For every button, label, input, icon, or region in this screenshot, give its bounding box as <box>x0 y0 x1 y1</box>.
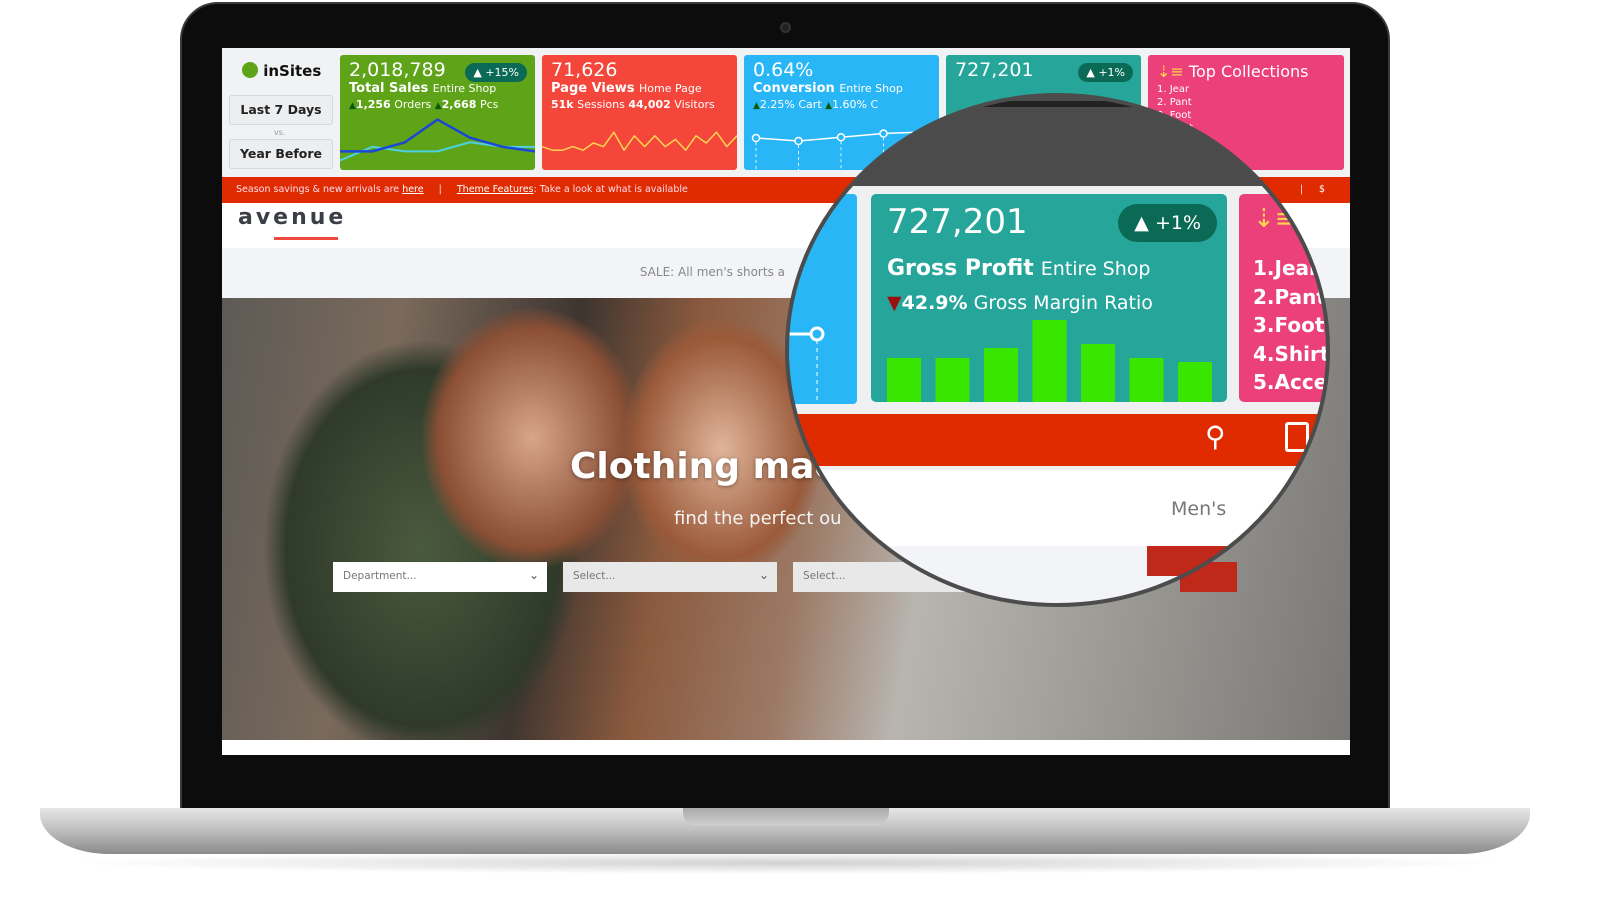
insites-logo: inSites <box>242 62 321 80</box>
up-arrow-icon: ▲ <box>434 101 442 111</box>
hero-title: Clothing mac <box>570 446 836 487</box>
theme-features-link[interactable]: Theme Features <box>457 184 534 195</box>
up-arrow-icon: ▲ <box>753 101 760 111</box>
down-arrow-icon: ▼ <box>887 292 902 314</box>
conversion-title: Conversion Entire Shop <box>753 81 903 96</box>
data-point <box>879 129 888 138</box>
store-logo[interactable]: avenue <box>238 205 346 230</box>
laptop-shadow <box>60 852 1510 874</box>
profit-bar <box>935 358 970 402</box>
here-link[interactable]: here <box>402 184 423 195</box>
hero-subtitle: find the perfect ou <box>674 508 842 529</box>
period-button[interactable]: Last 7 Days <box>229 95 333 125</box>
compare-button[interactable]: Year Before <box>229 139 333 169</box>
up-arrow-icon: ▲ <box>349 101 356 111</box>
collection-item[interactable]: 5.Accessories <box>1253 368 1328 397</box>
collection-mini-item[interactable]: 2. Pant <box>1157 96 1335 109</box>
cart-label: Cart <box>798 98 822 111</box>
shopping-bag-icon[interactable] <box>1285 422 1309 452</box>
views-series-line <box>542 131 737 151</box>
sort-icon: ⇣≡ <box>1157 62 1184 81</box>
magnified-nav-bar: ⚲ <box>787 414 1328 466</box>
webcam <box>780 22 791 33</box>
profit-badge: ▲ +1% <box>1078 63 1133 82</box>
department-select[interactable]: Department... ⌄ <box>333 562 547 592</box>
collection-item[interactable]: 4.Shirts <box>1253 340 1328 369</box>
chevron-down-icon: ⌄ <box>758 568 769 582</box>
profit-bar <box>1129 358 1164 402</box>
chevron-down-icon: ⌄ <box>528 568 539 582</box>
data-point <box>836 133 846 142</box>
data-point <box>794 136 803 146</box>
vs-label: vs. <box>274 128 286 137</box>
views-sparkline <box>542 131 737 151</box>
sales-sparkline <box>340 118 535 162</box>
checkout-value: 1.60% <box>832 98 868 111</box>
profit-bar-chart <box>887 320 1212 402</box>
data-point <box>751 133 761 143</box>
profit-bar <box>887 358 921 402</box>
logo-underline <box>274 237 338 240</box>
profit-title: Gross Profit Entire Shop <box>887 256 1151 281</box>
category-select[interactable]: Select... ⌄ <box>563 562 777 592</box>
profit-bar <box>1178 362 1212 402</box>
views-stats: 51k Sessions 44,002 Visitors <box>551 98 715 111</box>
profit-bar <box>984 348 1018 402</box>
collection-item[interactable]: 2.Pants <box>1253 283 1328 312</box>
collections-title: ⇣≡ Top Collections <box>1157 62 1309 81</box>
conversion-scope: Entire Shop <box>839 82 903 95</box>
total-sales-card[interactable]: 2,018,789 ▲ +15% Total Sales Entire Shop… <box>340 55 535 170</box>
search-icon[interactable]: ⚲ <box>1205 420 1226 453</box>
magnified-gross-profit-card: 727,201 ▲ +1% Gross Profit Entire Shop ▼… <box>871 194 1227 402</box>
nav-mens[interactable]: Men's <box>1171 498 1226 520</box>
page-views-card[interactable]: 71,626 Page Views Home Page 51k Sessions… <box>542 55 737 170</box>
profit-bar <box>1032 320 1067 402</box>
profit-bar <box>1081 344 1115 402</box>
sales-stats: ▲1,256 Orders ▲2,668 Pcs <box>349 98 499 111</box>
collection-item[interactable]: 3.Footwear <box>1253 311 1328 340</box>
sales-title: Total Sales Entire Shop <box>349 81 497 96</box>
conversion-point-icon <box>787 326 825 404</box>
views-title: Page Views Home Page <box>551 81 702 96</box>
bar-chart-icon <box>242 62 258 78</box>
collection-mini-item[interactable]: 1. Jear <box>1157 83 1335 96</box>
profit-value: 727,201 <box>887 202 1028 242</box>
magnifier-lens: 727,201 ▲ +1% Gross Profit Entire Shop ▼… <box>787 95 1328 605</box>
chevron-up-icon: ▲ <box>1134 212 1149 234</box>
views-value: 71,626 <box>551 59 618 81</box>
profit-badge: ▲ +1% <box>1118 204 1217 242</box>
brand-name: inSites <box>263 62 322 80</box>
collection-mini-item[interactable]: 3. Foot <box>1157 109 1335 122</box>
currency-selector[interactable]: $ <box>1319 177 1325 203</box>
profit-margin: ▼42.9% Gross Margin Ratio <box>887 292 1153 314</box>
laptop-notch <box>683 808 889 826</box>
conversion-stats: ▲2.25% Cart ▲1.60% C <box>753 98 879 111</box>
current-series-line <box>340 118 535 153</box>
type-select-value: Select... <box>803 570 846 582</box>
conversion-value: 0.64% <box>753 59 814 81</box>
sales-badge: ▲ +15% <box>465 63 527 82</box>
hero-face <box>422 308 642 568</box>
page-footer <box>222 740 1350 755</box>
